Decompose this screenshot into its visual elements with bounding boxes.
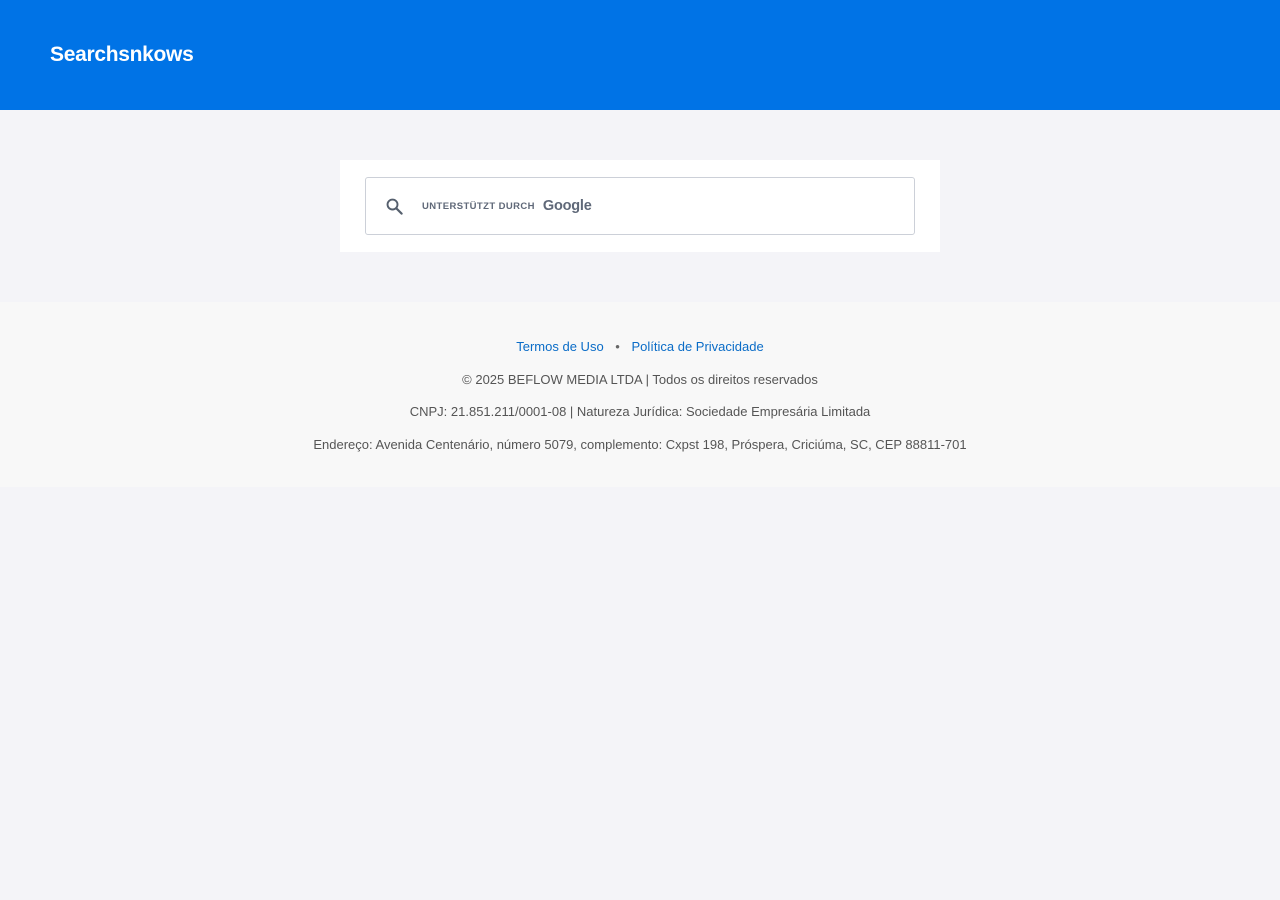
search-box[interactable]: UNTERSTÜTZT DURCH Google bbox=[365, 177, 915, 235]
powered-by-label: UNTERSTÜTZT DURCH bbox=[422, 200, 535, 212]
privacy-policy-link[interactable]: Política de Privacidade bbox=[631, 339, 763, 354]
search-icon[interactable] bbox=[384, 196, 404, 216]
site-footer: Termos de Uso • Política de Privacidade … bbox=[0, 302, 1280, 487]
footer-cnpj: CNPJ: 21.851.211/0001-08 | Natureza Jurí… bbox=[409, 404, 871, 419]
powered-by: UNTERSTÜTZT DURCH Google bbox=[422, 196, 592, 216]
google-logo: Google bbox=[542, 198, 592, 214]
footer-address: Endereço: Avenida Centenário, número 507… bbox=[313, 437, 967, 452]
site-header: Searchsnkows bbox=[0, 0, 1280, 110]
search-input[interactable] bbox=[591, 177, 914, 235]
footer-links: Termos de Uso • Política de Privacidade bbox=[0, 338, 1280, 355]
main-content: UNTERSTÜTZT DURCH Google bbox=[0, 110, 1280, 252]
footer-separator: • bbox=[615, 339, 620, 354]
terms-of-use-link[interactable]: Termos de Uso bbox=[516, 339, 603, 354]
site-title[interactable]: Searchsnkows bbox=[50, 43, 194, 67]
search-card: UNTERSTÜTZT DURCH Google bbox=[340, 160, 940, 252]
footer-copyright: © 2025 BEFLOW MEDIA LTDA | Todos os dire… bbox=[462, 372, 818, 387]
